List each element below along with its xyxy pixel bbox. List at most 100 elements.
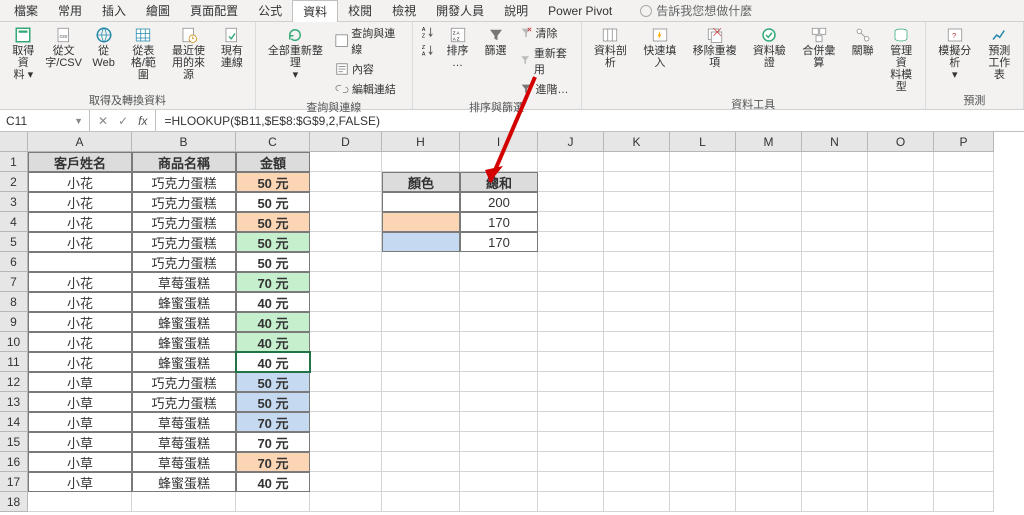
cell-P12[interactable] xyxy=(934,372,994,392)
tab-view[interactable]: 檢視 xyxy=(382,0,426,21)
cell-N3[interactable] xyxy=(802,192,868,212)
data-validate-button[interactable]: 資料驗證 xyxy=(747,24,793,71)
whatif-button[interactable]: ?模擬分析▾ xyxy=(932,24,978,83)
cell-P3[interactable] xyxy=(934,192,994,212)
cell-J18[interactable] xyxy=(538,492,604,512)
tell-me[interactable]: 告訴我您想做什麼 xyxy=(640,2,752,19)
cell-M5[interactable] xyxy=(736,232,802,252)
cell-L16[interactable] xyxy=(670,452,736,472)
cell-P17[interactable] xyxy=(934,472,994,492)
cell-L18[interactable] xyxy=(670,492,736,512)
cell-D2[interactable] xyxy=(310,172,382,192)
cell-N11[interactable] xyxy=(802,352,868,372)
filter-button[interactable]: 篩選 xyxy=(479,24,513,59)
cell-I5[interactable]: 170 xyxy=(460,232,538,252)
cell-B15[interactable]: 草莓蛋糕 xyxy=(132,432,236,452)
cell-M7[interactable] xyxy=(736,272,802,292)
cell-A2[interactable]: 小花 xyxy=(28,172,132,192)
cell-I18[interactable] xyxy=(460,492,538,512)
cell-B6[interactable]: 巧克力蛋糕 xyxy=(132,252,236,272)
cell-H12[interactable] xyxy=(382,372,460,392)
cell-O14[interactable] xyxy=(868,412,934,432)
cell-N9[interactable] xyxy=(802,312,868,332)
cell-H13[interactable] xyxy=(382,392,460,412)
cell-H3[interactable] xyxy=(382,192,460,212)
cell-D17[interactable] xyxy=(310,472,382,492)
cell-O2[interactable] xyxy=(868,172,934,192)
col-head-A[interactable]: A xyxy=(28,132,132,152)
cell-H14[interactable] xyxy=(382,412,460,432)
cell-I6[interactable] xyxy=(460,252,538,272)
cell-B14[interactable]: 草莓蛋糕 xyxy=(132,412,236,432)
cell-H7[interactable] xyxy=(382,272,460,292)
flash-fill-button[interactable]: 快速填入 xyxy=(637,24,683,71)
cell-J17[interactable] xyxy=(538,472,604,492)
tab-review[interactable]: 校閱 xyxy=(338,0,382,21)
cell-N5[interactable] xyxy=(802,232,868,252)
row-head-5[interactable]: 5 xyxy=(0,232,28,252)
cell-N8[interactable] xyxy=(802,292,868,312)
cell-K1[interactable] xyxy=(604,152,670,172)
name-box[interactable]: C11 ▼ xyxy=(0,110,90,131)
cell-P14[interactable] xyxy=(934,412,994,432)
queries-conn-button[interactable]: 查詢與連線 xyxy=(333,24,406,58)
reapply-button[interactable]: 重新套用 xyxy=(517,44,575,78)
cell-N2[interactable] xyxy=(802,172,868,192)
cell-M1[interactable] xyxy=(736,152,802,172)
spreadsheet-grid[interactable]: ABCDHIJKLMNOP1客戶姓名商品名稱金額2小花巧克力蛋糕50 元顏色總和… xyxy=(0,132,1024,512)
edit-links-button[interactable]: 編輯連結 xyxy=(333,80,406,98)
cell-B11[interactable]: 蜂蜜蛋糕 xyxy=(132,352,236,372)
cell-M18[interactable] xyxy=(736,492,802,512)
cell-J1[interactable] xyxy=(538,152,604,172)
cell-I14[interactable] xyxy=(460,412,538,432)
cell-H18[interactable] xyxy=(382,492,460,512)
col-head-I[interactable]: I xyxy=(460,132,538,152)
cell-K14[interactable] xyxy=(604,412,670,432)
cell-I3[interactable]: 200 xyxy=(460,192,538,212)
cell-A10[interactable]: 小花 xyxy=(28,332,132,352)
cell-B10[interactable]: 蜂蜜蛋糕 xyxy=(132,332,236,352)
cell-B18[interactable] xyxy=(132,492,236,512)
cell-H1[interactable] xyxy=(382,152,460,172)
cell-C2[interactable]: 50 元 xyxy=(236,172,310,192)
cell-N16[interactable] xyxy=(802,452,868,472)
cell-D4[interactable] xyxy=(310,212,382,232)
cell-J13[interactable] xyxy=(538,392,604,412)
col-head-L[interactable]: L xyxy=(670,132,736,152)
cell-A7[interactable]: 小花 xyxy=(28,272,132,292)
cell-C3[interactable]: 50 元 xyxy=(236,192,310,212)
cell-P5[interactable] xyxy=(934,232,994,252)
cell-L9[interactable] xyxy=(670,312,736,332)
cell-K17[interactable] xyxy=(604,472,670,492)
cell-J4[interactable] xyxy=(538,212,604,232)
cell-L2[interactable] xyxy=(670,172,736,192)
tab-file[interactable]: 檔案 xyxy=(4,0,48,21)
cell-C1[interactable]: 金額 xyxy=(236,152,310,172)
row-head-4[interactable]: 4 xyxy=(0,212,28,232)
cell-A5[interactable]: 小花 xyxy=(28,232,132,252)
cell-C4[interactable]: 50 元 xyxy=(236,212,310,232)
cell-N1[interactable] xyxy=(802,152,868,172)
cell-H16[interactable] xyxy=(382,452,460,472)
col-head-P[interactable]: P xyxy=(934,132,994,152)
cell-J12[interactable] xyxy=(538,372,604,392)
row-head-12[interactable]: 12 xyxy=(0,372,28,392)
cell-J16[interactable] xyxy=(538,452,604,472)
cell-O15[interactable] xyxy=(868,432,934,452)
cell-A11[interactable]: 小花 xyxy=(28,352,132,372)
cell-D14[interactable] xyxy=(310,412,382,432)
cell-M14[interactable] xyxy=(736,412,802,432)
cell-D16[interactable] xyxy=(310,452,382,472)
cell-P16[interactable] xyxy=(934,452,994,472)
cell-O18[interactable] xyxy=(868,492,934,512)
cell-J15[interactable] xyxy=(538,432,604,452)
consolidate-button[interactable]: 合併彙算 xyxy=(796,24,842,71)
cell-B3[interactable]: 巧克力蛋糕 xyxy=(132,192,236,212)
cell-B9[interactable]: 蜂蜜蛋糕 xyxy=(132,312,236,332)
cell-M12[interactable] xyxy=(736,372,802,392)
cell-O17[interactable] xyxy=(868,472,934,492)
cell-D6[interactable] xyxy=(310,252,382,272)
col-head-K[interactable]: K xyxy=(604,132,670,152)
cell-O1[interactable] xyxy=(868,152,934,172)
col-head-C[interactable]: C xyxy=(236,132,310,152)
